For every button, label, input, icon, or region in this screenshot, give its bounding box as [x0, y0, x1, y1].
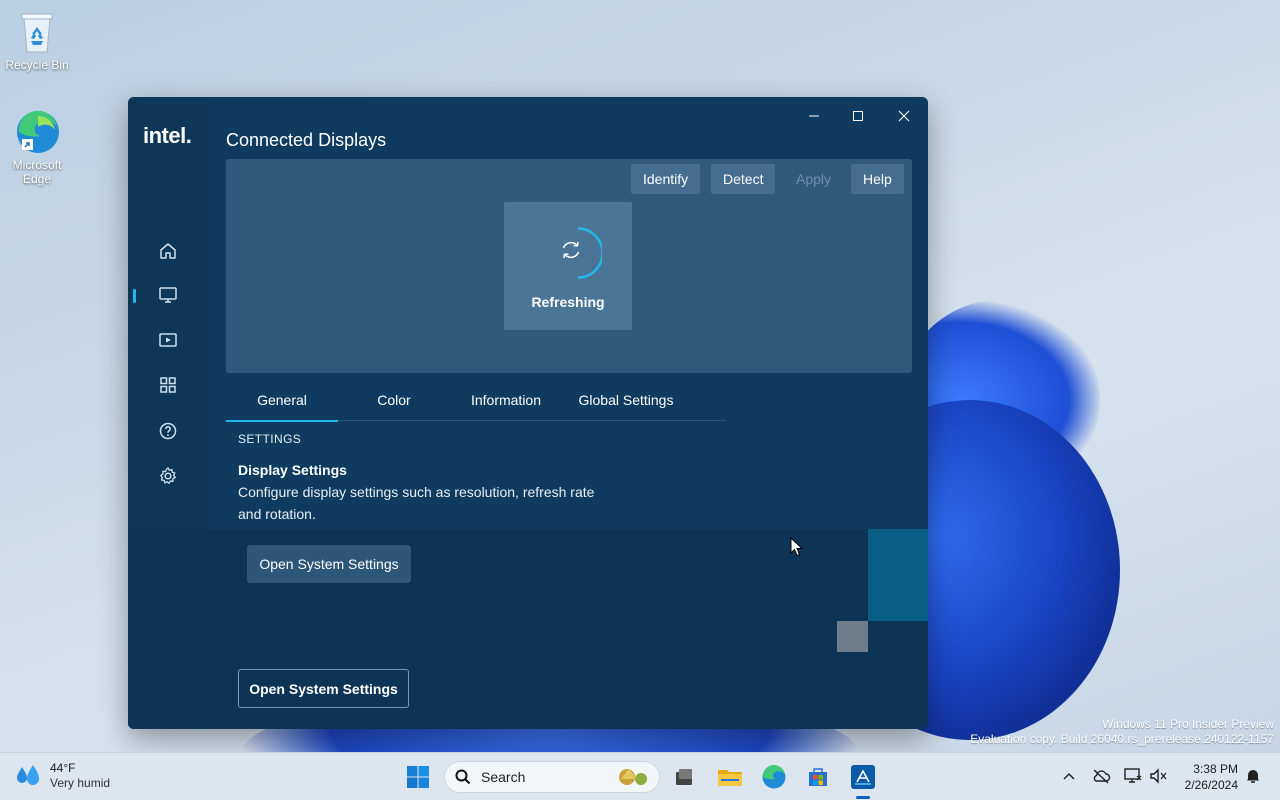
volume-muted-icon — [1150, 768, 1167, 784]
decorative-block — [868, 529, 928, 621]
refresh-status: Refreshing — [531, 294, 605, 310]
media-icon — [159, 333, 177, 347]
detect-button[interactable]: Detect — [711, 164, 776, 194]
close-icon — [898, 110, 910, 122]
nav-video[interactable] — [152, 324, 184, 356]
minimize-button[interactable] — [794, 101, 834, 131]
taskbar-file-explorer[interactable] — [714, 761, 746, 793]
tab-global-settings[interactable]: Global Settings — [566, 379, 686, 421]
chevron-up-icon — [1063, 772, 1075, 780]
page-title: Connected Displays — [226, 130, 387, 150]
clock-time: 3:38 PM — [1193, 762, 1238, 776]
nav-active-indicator — [133, 289, 136, 303]
nav-settings[interactable] — [152, 460, 184, 492]
edge-icon — [13, 108, 61, 156]
minimize-icon — [809, 115, 819, 117]
weather-widget[interactable]: 44°F Very humid — [14, 761, 110, 791]
search-placeholder: Search — [481, 769, 526, 785]
folder-icon — [718, 770, 742, 786]
task-view-icon — [676, 769, 692, 785]
tray-network[interactable] — [1122, 765, 1144, 787]
refresh-card: Refreshing — [504, 202, 632, 330]
windows-watermark: Windows 11 Pro Insider Preview Evaluatio… — [970, 717, 1274, 747]
intel-graphics-icon — [851, 765, 875, 789]
home-icon — [160, 243, 176, 259]
weather-condition: Very humid — [50, 776, 111, 790]
taskbar-edge[interactable] — [758, 761, 790, 793]
tray-volume[interactable] — [1148, 765, 1170, 787]
active-app-indicator — [856, 796, 870, 799]
network-icon — [1124, 768, 1142, 783]
search-highlight-icon — [619, 769, 647, 785]
tab-bar: General Color Information Global Setting… — [226, 379, 726, 422]
watermark-line: Evaluation copy. Build 26040.rs_prerelea… — [970, 732, 1274, 746]
decorative-block — [837, 621, 868, 652]
tray-overflow[interactable] — [1058, 765, 1080, 787]
store-icon — [809, 768, 827, 786]
gear-icon — [160, 467, 176, 484]
edge-icon — [762, 764, 786, 789]
nav-apps[interactable] — [152, 369, 184, 401]
refresh-icon — [562, 227, 602, 279]
taskbar-clock[interactable]: 3:38 PM 2/26/2024 — [1180, 761, 1238, 793]
recycle-bin-icon — [13, 8, 61, 56]
taskbar: 44°F Very humid Search 3:38 PM 2/26/2024 — [0, 752, 1280, 800]
section-label: SETTINGS — [238, 432, 302, 446]
notification-center[interactable] — [1242, 765, 1264, 787]
taskbar-intel-graphics[interactable] — [847, 761, 879, 793]
setting-description: Configure display settings such as resol… — [238, 484, 595, 522]
taskbar-task-view[interactable] — [668, 761, 700, 793]
open-system-settings-button[interactable]: Open System Settings — [247, 545, 411, 583]
maximize-icon — [853, 111, 863, 121]
apply-button[interactable]: Apply — [784, 164, 843, 194]
intel-logo: intel. — [143, 123, 192, 148]
tab-color[interactable]: Color — [346, 379, 442, 421]
nav-support[interactable] — [152, 415, 184, 447]
humidity-icon — [17, 765, 39, 785]
intel-graphics-window: intel. Connected Displays Identify Detec… — [128, 97, 928, 729]
main-content: Connected Displays Identify Detect Apply… — [128, 97, 928, 729]
tray-onedrive[interactable] — [1090, 765, 1112, 787]
search-icon — [455, 769, 471, 785]
desktop-icon-label: Recycle Bin — [5, 58, 69, 72]
apps-grid-icon — [160, 377, 176, 393]
desktop-icon-edge[interactable]: Microsoft Edge — [1, 108, 73, 186]
tab-information[interactable]: Information — [456, 379, 556, 421]
desktop-icon-label: Microsoft Edge — [12, 158, 62, 186]
open-system-settings-outline-button[interactable]: Open System Settings — [238, 669, 409, 708]
mouse-cursor-icon — [790, 537, 804, 557]
nav-home[interactable] — [152, 235, 184, 267]
taskbar-store[interactable] — [802, 761, 834, 793]
close-button[interactable] — [884, 101, 924, 131]
setting-title: Display Settings — [238, 462, 347, 478]
help-button[interactable]: Help — [851, 164, 904, 194]
monitor-icon — [159, 287, 177, 303]
bell-icon — [1247, 770, 1259, 783]
help-icon — [159, 422, 177, 440]
windows-start-icon — [407, 766, 429, 788]
weather-temp: 44°F — [50, 761, 76, 775]
identify-button[interactable]: Identify — [631, 164, 701, 194]
start-button[interactable] — [402, 761, 434, 793]
nav-display[interactable] — [152, 279, 184, 311]
taskbar-search[interactable]: Search — [444, 761, 660, 793]
desktop-icon-recycle-bin[interactable]: Recycle Bin — [1, 8, 73, 72]
watermark-line: Windows 11 Pro Insider Preview — [1102, 717, 1274, 731]
maximize-button[interactable] — [838, 101, 878, 131]
display-preview-panel: Identify Detect Apply Help Refreshing — [226, 159, 912, 373]
clock-date: 2/26/2024 — [1184, 778, 1238, 792]
cloud-off-icon — [1093, 769, 1111, 784]
tab-general[interactable]: General — [226, 379, 338, 422]
